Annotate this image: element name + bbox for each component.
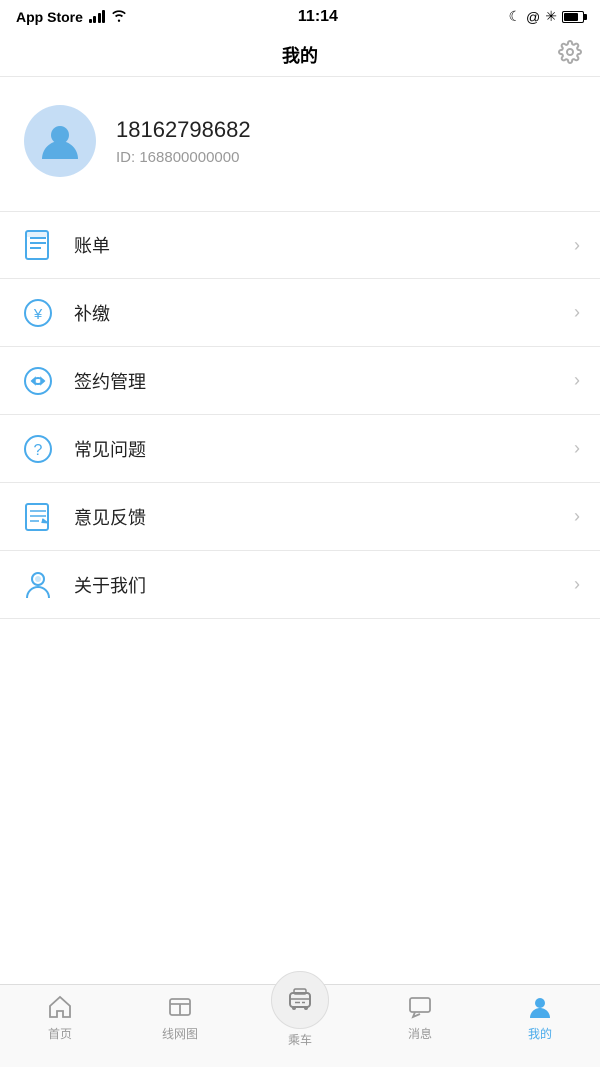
profile-id: ID: 168800000000 [116,149,251,166]
profile-phone: 18162798682 [116,117,251,143]
settings-button[interactable] [558,40,582,70]
battery-icon [562,11,584,23]
tab-map[interactable]: 线网图 [120,993,240,1042]
moon-icon: ☾ [508,8,521,25]
tab-message[interactable]: 消息 [360,993,480,1042]
chevron-right-icon: › [574,506,580,527]
tab-mine[interactable]: 我的 [480,993,600,1042]
ride-circle [271,971,329,1029]
menu-item-about[interactable]: 关于我们 › [0,551,600,619]
menu-label-about: 关于我们 [74,572,574,598]
menu-item-faq[interactable]: ? 常见问题 › [0,415,600,483]
about-icon [20,567,56,603]
menu-label-feedback: 意见反馈 [74,504,574,530]
menu-item-repay[interactable]: ¥ 补缴 › [0,279,600,347]
chevron-right-icon: › [574,438,580,459]
bill-icon [20,227,56,263]
chevron-right-icon: › [574,370,580,391]
status-left: App Store [16,9,127,25]
status-right: ☾ @ ✳ [508,8,584,25]
message-icon [406,993,434,1021]
chevron-right-icon: › [574,235,580,256]
tab-ride[interactable]: 乘车 [240,971,360,1048]
menu-item-contract[interactable]: 签约管理 › [0,347,600,415]
map-icon [166,993,194,1021]
menu-label-bill: 账单 [74,232,574,258]
menu-list: 账单 › ¥ 补缴 › 签约管理 › [0,211,600,619]
contract-icon [20,363,56,399]
mine-icon [526,993,554,1021]
bluetooth-icon: ✳ [545,8,557,25]
signal-icon [89,11,106,23]
menu-label-faq: 常见问题 [74,436,574,462]
tab-label-ride: 乘车 [288,1031,312,1048]
tab-label-message: 消息 [408,1025,432,1042]
profile-section: 18162798682 ID: 168800000000 [0,77,600,201]
time-display: 11:14 [298,8,338,26]
tab-bar: 首页 线网图 乘车 [0,984,600,1067]
tab-label-home: 首页 [48,1025,72,1042]
question-icon: ? [20,431,56,467]
svg-text:?: ? [34,442,43,459]
at-icon: @ [526,9,540,25]
status-bar: App Store 11:14 ☾ @ ✳ [0,0,600,33]
page-title: 我的 [282,42,318,68]
tab-home[interactable]: 首页 [0,993,120,1042]
chevron-right-icon: › [574,302,580,323]
avatar [24,105,96,177]
nav-bar: 我的 [0,33,600,77]
tab-label-mine: 我的 [528,1025,552,1042]
svg-text:¥: ¥ [33,306,43,323]
wifi-icon [111,9,127,25]
menu-item-feedback[interactable]: 意见反馈 › [0,483,600,551]
menu-label-repay: 补缴 [74,300,574,326]
feedback-icon [20,499,56,535]
menu-item-bill[interactable]: 账单 › [0,211,600,279]
profile-info: 18162798682 ID: 168800000000 [116,117,251,166]
home-icon [46,993,74,1021]
tab-label-map: 线网图 [162,1025,198,1042]
carrier-text: App Store [16,9,83,25]
chevron-right-icon: › [574,574,580,595]
yuan-icon: ¥ [20,295,56,331]
menu-label-contract: 签约管理 [74,368,574,394]
